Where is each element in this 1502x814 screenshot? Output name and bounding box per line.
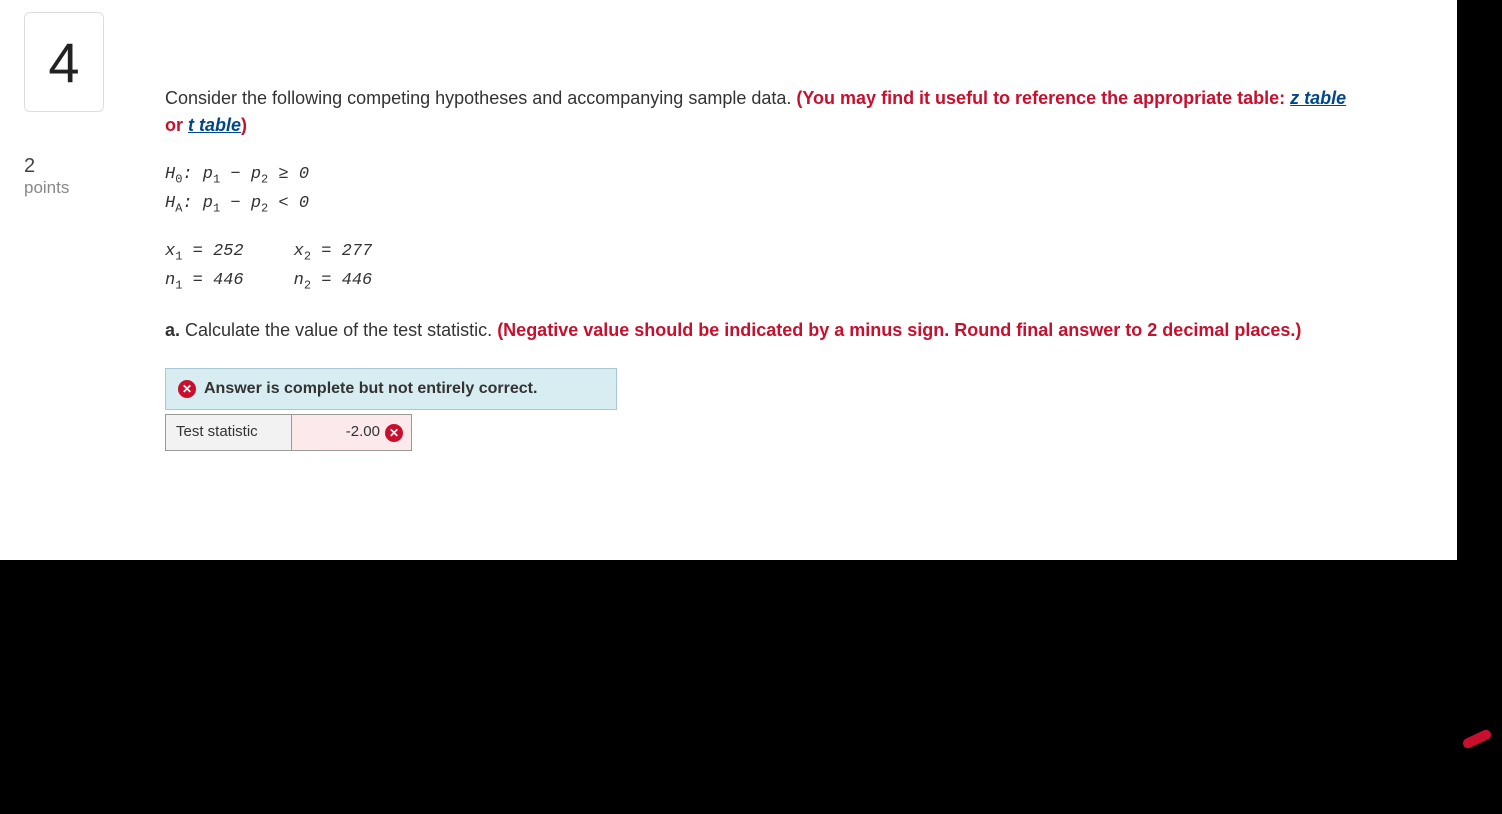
intro-text: Consider the following competing hypothe…: [165, 85, 1365, 139]
question-content: Consider the following competing hypothe…: [165, 85, 1365, 451]
t-table-link[interactable]: t table: [188, 115, 241, 135]
answer-table: Test statistic -2.00: [165, 414, 412, 451]
alt-hypothesis: HA: p1 − p2 < 0: [165, 190, 1365, 219]
intro-plain: Consider the following competing hypothe…: [165, 88, 796, 108]
n2-value: n2 = 446: [294, 267, 373, 296]
hint-prefix: (You may find it useful to reference the…: [796, 88, 1290, 108]
points-label: points: [24, 178, 69, 198]
annotation-mark: [1461, 728, 1492, 750]
feedback-bar: Answer is complete but not entirely corr…: [165, 368, 617, 410]
hint-suffix: ): [241, 115, 247, 135]
answer-label: Test statistic: [165, 414, 292, 451]
points-value: 2: [24, 155, 69, 178]
part-a-prompt: a. Calculate the value of the test stati…: [165, 317, 1365, 344]
answer-section: Answer is complete but not entirely corr…: [165, 368, 617, 451]
answer-value-cell[interactable]: -2.00: [292, 414, 412, 451]
n1-value: n1 = 446: [165, 267, 244, 296]
incorrect-icon: [178, 380, 196, 398]
feedback-message: Answer is complete but not entirely corr…: [204, 377, 537, 401]
hypotheses-block: H0: p1 − p2 ≥ 0 HA: p1 − p2 < 0: [165, 161, 1365, 218]
question-number: 4: [48, 30, 79, 95]
x2-value: x2 = 277: [294, 238, 373, 267]
points-block: 2 points: [24, 155, 69, 198]
null-hypothesis: H0: p1 − p2 ≥ 0: [165, 161, 1365, 190]
part-a-text: Calculate the value of the test statisti…: [180, 320, 497, 340]
sample-data: x1 = 252 x2 = 277 n1 = 446 n2 = 446: [165, 238, 1365, 295]
hint-or: or: [165, 115, 188, 135]
z-table-link[interactable]: z table: [1290, 88, 1346, 108]
question-panel: 4 2 points Consider the following compet…: [0, 0, 1457, 560]
answer-incorrect-icon: [385, 424, 403, 442]
question-number-badge: 4: [24, 12, 104, 112]
answer-value: -2.00: [346, 421, 380, 444]
x1-value: x1 = 252: [165, 238, 244, 267]
part-a-instructions: (Negative value should be indicated by a…: [497, 320, 1301, 340]
part-a-letter: a.: [165, 320, 180, 340]
